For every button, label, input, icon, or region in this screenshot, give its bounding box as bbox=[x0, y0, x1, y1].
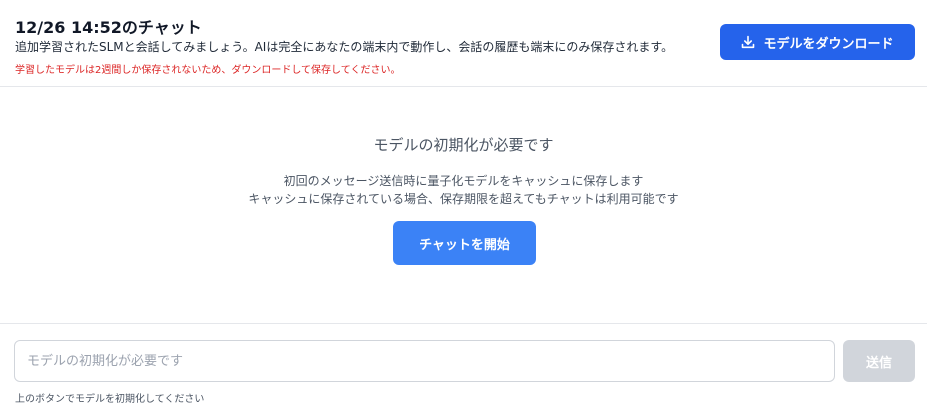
download-icon bbox=[741, 35, 755, 49]
page-description: 追加学習されたSLMと会話してみましょう。AIは完全にあなたの端末内で動作し、会… bbox=[15, 40, 674, 54]
storage-warning: 学習したモデルは2週間しか保存されないため、ダウンロードして保存してください。 bbox=[15, 65, 401, 76]
init-message-line-2: キャッシュに保存されている場合、保存期限を超えてもチャットは利用可能です bbox=[248, 192, 679, 206]
download-model-label: モデルをダウンロード bbox=[763, 36, 894, 52]
page-title: 12/26 14:52のチャット bbox=[15, 18, 202, 37]
start-chat-button[interactable]: チャットを開始 bbox=[393, 221, 536, 265]
init-message-line-1: 初回のメッセージ送信時に量子化モデルをキャッシュに保存します bbox=[283, 174, 644, 188]
composer-hint: 上のボタンでモデルを初期化してください bbox=[15, 394, 205, 405]
download-model-button[interactable]: モデルをダウンロード bbox=[720, 24, 915, 60]
message-input[interactable] bbox=[14, 340, 835, 382]
chat-area: モデルの初期化が必要です 初回のメッセージ送信時に量子化モデルをキャッシュに保存… bbox=[0, 88, 927, 323]
composer: 送信 上のボタンでモデルを初期化してください bbox=[0, 323, 927, 409]
send-button[interactable]: 送信 bbox=[843, 340, 915, 382]
init-heading: モデルの初期化が必要です bbox=[373, 136, 554, 154]
chat-header: 12/26 14:52のチャット 追加学習されたSLMと会話してみましょう。AI… bbox=[0, 0, 927, 87]
chat-page: 12/26 14:52のチャット 追加学習されたSLMと会話してみましょう。AI… bbox=[0, 0, 927, 409]
